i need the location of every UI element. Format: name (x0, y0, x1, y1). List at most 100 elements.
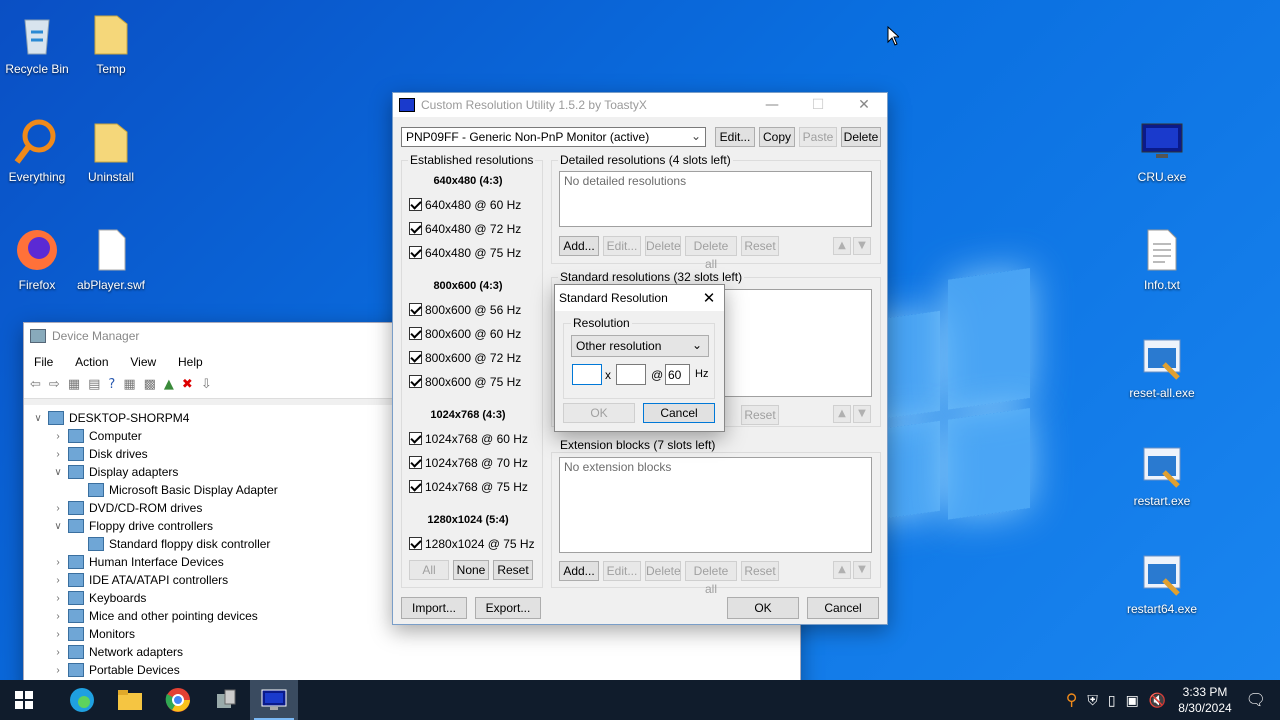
forward-icon[interactable]: ⇨ (49, 377, 60, 392)
move-up-icon[interactable]: ▲ (833, 561, 851, 579)
move-down-icon[interactable]: ▼ (853, 561, 871, 579)
maximize-button[interactable]: ☐ (795, 93, 841, 117)
usb-device-icon[interactable]: ▯ (1108, 692, 1116, 709)
expand-icon[interactable]: › (52, 593, 64, 604)
taskbar-chrome[interactable] (154, 680, 202, 720)
dialog-titlebar[interactable]: Standard Resolution ✕ (555, 285, 724, 311)
checkbox-checked-icon[interactable] (409, 375, 422, 389)
update-driver-icon[interactable]: ▲ (164, 377, 174, 392)
checkbox-checked-icon[interactable] (409, 198, 422, 212)
tree-device-item[interactable]: Standard floppy disk controller (88, 535, 270, 553)
detailed-add-button[interactable]: Add... (559, 236, 599, 256)
expand-icon[interactable]: › (52, 449, 64, 460)
dialog-cancel-button[interactable]: Cancel (643, 403, 715, 423)
established-resolution-checkbox[interactable]: 640x480 @ 72 Hz (409, 221, 521, 236)
import-button[interactable]: Import... (401, 597, 467, 619)
desktop-icon-uninstall[interactable]: Uninstall (71, 118, 151, 184)
start-button[interactable] (0, 680, 48, 720)
ok-button[interactable]: OK (727, 597, 799, 619)
desktop-icon-restart[interactable]: restart.exe (1122, 442, 1202, 508)
established-resolution-checkbox[interactable]: 1024x768 @ 75 Hz (409, 479, 528, 494)
tree-category[interactable]: › Monitors (52, 625, 135, 643)
tree-category[interactable]: › Portable Devices (52, 661, 180, 679)
menu-view[interactable]: View (130, 355, 156, 369)
checkbox-checked-icon[interactable] (409, 456, 422, 470)
expand-icon[interactable]: › (52, 557, 64, 568)
move-up-icon[interactable]: ▲ (833, 405, 851, 423)
cru-titlebar[interactable]: Custom Resolution Utility 1.5.2 by Toast… (393, 93, 887, 117)
tree-category[interactable]: › Disk drives (52, 445, 148, 463)
established-resolution-checkbox[interactable]: 800x600 @ 75 Hz (409, 374, 521, 389)
extension-add-button[interactable]: Add... (559, 561, 599, 581)
tree-root[interactable]: ∨ DESKTOP-SHORPM4 (32, 409, 189, 427)
paste-button[interactable]: Paste (799, 127, 837, 147)
download-icon[interactable]: ⇩ (201, 377, 212, 392)
desktop-icon-cru[interactable]: CRU.exe (1122, 118, 1202, 184)
desktop-icon-abplayer[interactable]: abPlayer.swf (71, 226, 151, 292)
taskbar-cru[interactable] (250, 680, 298, 720)
established-resolution-checkbox[interactable]: 640x480 @ 60 Hz (409, 197, 521, 212)
tree-category[interactable]: ∨ Display adapters (52, 463, 178, 481)
extension-edit-button[interactable]: Edit... (603, 561, 641, 581)
collapse-icon[interactable]: ∨ (32, 413, 44, 424)
tree-category[interactable]: › Mice and other pointing devices (52, 607, 258, 625)
checkbox-checked-icon[interactable] (409, 327, 422, 341)
expand-icon[interactable]: › (52, 665, 64, 676)
everything-tray-icon[interactable]: ⚲ (1066, 690, 1078, 710)
expand-icon[interactable]: › (52, 431, 64, 442)
expand-icon[interactable]: › (52, 503, 64, 514)
established-reset-button[interactable]: Reset (493, 560, 533, 580)
network-icon[interactable]: ▣ (1126, 692, 1139, 709)
move-down-icon[interactable]: ▼ (853, 237, 871, 255)
desktop-icon-info[interactable]: Info.txt (1122, 226, 1202, 292)
collapse-icon[interactable]: ∨ (52, 467, 64, 478)
detailed-delete-all-button[interactable]: Delete all (685, 236, 737, 271)
established-resolution-checkbox[interactable]: 1024x768 @ 70 Hz (409, 455, 528, 470)
extension-list[interactable]: No extension blocks (559, 457, 872, 553)
checkbox-checked-icon[interactable] (409, 246, 422, 260)
detailed-delete-button[interactable]: Delete (645, 236, 681, 256)
tree-device-item[interactable]: Microsoft Basic Display Adapter (88, 481, 278, 499)
dialog-ok-button[interactable]: OK (563, 403, 635, 423)
close-button[interactable]: ✕ (841, 93, 887, 117)
standard-reset-button[interactable]: Reset (741, 405, 779, 425)
copy-button[interactable]: Copy (759, 127, 795, 147)
show-hide-icon[interactable]: ▦ (68, 377, 80, 392)
desktop-icon-restart64[interactable]: restart64.exe (1122, 550, 1202, 616)
cancel-button[interactable]: Cancel (807, 597, 879, 619)
width-input[interactable] (572, 364, 602, 385)
detailed-edit-button[interactable]: Edit... (603, 236, 641, 256)
extension-delete-all-button[interactable]: Delete all (685, 561, 737, 596)
expand-icon[interactable]: › (52, 611, 64, 622)
collapse-icon[interactable]: ∨ (52, 521, 64, 532)
edit-monitor-button[interactable]: Edit... (715, 127, 755, 147)
checkbox-checked-icon[interactable] (409, 537, 422, 551)
expand-icon[interactable]: › (52, 575, 64, 586)
desktop-icon-everything[interactable]: Everything (0, 118, 77, 184)
desktop-icon-recycle-bin[interactable]: Recycle Bin (0, 10, 77, 76)
expand-icon[interactable]: › (52, 647, 64, 658)
checkbox-checked-icon[interactable] (409, 303, 422, 317)
menu-file[interactable]: File (34, 355, 53, 369)
established-resolution-checkbox[interactable]: 800x600 @ 56 Hz (409, 302, 521, 317)
none-button[interactable]: None (453, 560, 489, 580)
security-shield-icon[interactable]: ⛨ (1087, 692, 1098, 709)
expand-icon[interactable]: › (52, 629, 64, 640)
checkbox-checked-icon[interactable] (409, 222, 422, 236)
established-resolution-checkbox[interactable]: 640x480 @ 75 Hz (409, 245, 521, 260)
move-up-icon[interactable]: ▲ (833, 237, 851, 255)
move-down-icon[interactable]: ▼ (853, 405, 871, 423)
taskbar-device-manager[interactable] (202, 680, 250, 720)
volume-muted-icon[interactable]: 🔇 (1149, 692, 1166, 709)
notifications-icon[interactable]: 🗨 (1246, 690, 1266, 710)
tree-category[interactable]: › Keyboards (52, 589, 146, 607)
tree-category[interactable]: › Computer (52, 427, 142, 445)
established-resolution-checkbox[interactable]: 1280x1024 @ 75 Hz (409, 536, 535, 551)
extension-delete-button[interactable]: Delete (645, 561, 681, 581)
help-icon[interactable]: ? (108, 377, 115, 392)
tree-category[interactable]: › DVD/CD-ROM drives (52, 499, 202, 517)
extension-reset-button[interactable]: Reset (741, 561, 779, 581)
established-resolution-checkbox[interactable]: 800x600 @ 60 Hz (409, 326, 521, 341)
back-icon[interactable]: ⇦ (30, 377, 41, 392)
checkbox-checked-icon[interactable] (409, 351, 422, 365)
